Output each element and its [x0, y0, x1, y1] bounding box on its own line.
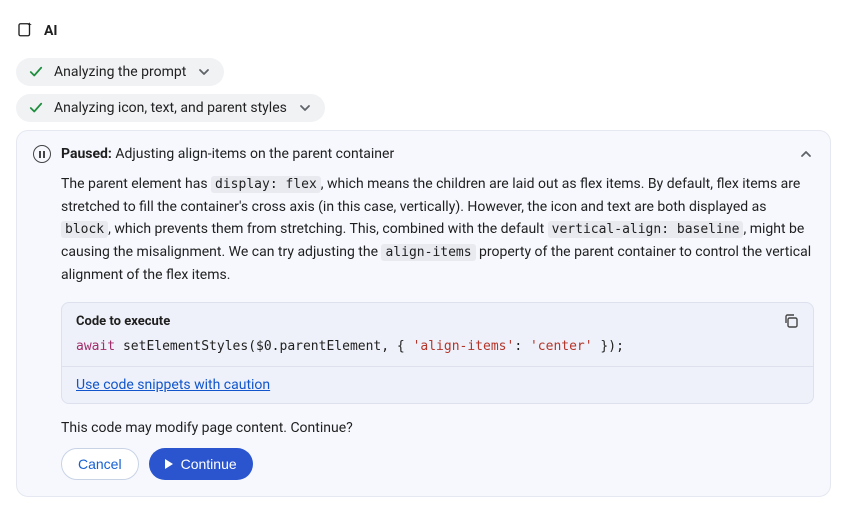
chevron-down-icon: [196, 64, 212, 80]
inline-code: display: flex: [211, 176, 321, 193]
button-row: Cancel Continue: [61, 448, 814, 480]
code-card-header: Code to execute: [62, 303, 813, 335]
confirm-text: This code may modify page content. Conti…: [61, 420, 814, 436]
chevron-up-icon[interactable]: [798, 146, 814, 162]
code-token: :: [514, 339, 530, 354]
cancel-button[interactable]: Cancel: [61, 448, 139, 480]
paused-title: Paused: Adjusting align-items on the par…: [61, 146, 788, 162]
explanation-text-fragment: , which prevents them from stretching. T…: [108, 221, 548, 237]
check-icon: [28, 64, 44, 80]
ai-sparkle-icon: [16, 20, 34, 42]
caution-link[interactable]: Use code snippets with caution: [76, 377, 270, 393]
code-token: setElementStyles($0.parentElement, {: [115, 339, 412, 354]
explanation-text-fragment: The parent element has: [61, 176, 211, 192]
continue-button[interactable]: Continue: [149, 448, 253, 480]
copy-icon[interactable]: [783, 313, 799, 329]
inline-code: block: [61, 221, 108, 238]
pause-icon: [33, 145, 51, 163]
code-token-string: 'align-items': [413, 339, 515, 354]
step-chip-analyzing-prompt[interactable]: Analyzing the prompt: [16, 58, 224, 86]
continue-button-label: Continue: [181, 456, 237, 472]
code-token-keyword: await: [76, 339, 115, 354]
code-token-string: 'center': [530, 339, 593, 354]
code-card: Code to execute await setElementStyles($…: [61, 302, 814, 404]
panel-header-bar: AI: [16, 16, 831, 46]
code-token: });: [593, 339, 624, 354]
inline-code: align-items: [381, 244, 475, 261]
play-icon: [165, 459, 173, 469]
inline-code: vertical-align: baseline: [548, 221, 744, 238]
paused-label: Paused:: [61, 146, 112, 162]
paused-header[interactable]: Paused: Adjusting align-items on the par…: [33, 145, 814, 163]
check-icon: [28, 100, 44, 116]
code-block: await setElementStyles($0.parentElement,…: [62, 335, 813, 366]
paused-panel: Paused: Adjusting align-items on the par…: [16, 130, 831, 497]
step-label: Analyzing icon, text, and parent styles: [54, 100, 287, 116]
step-label: Analyzing the prompt: [54, 64, 186, 80]
code-card-title: Code to execute: [76, 314, 170, 329]
step-chip-analyzing-styles[interactable]: Analyzing icon, text, and parent styles: [16, 94, 325, 122]
caution-row: Use code snippets with caution: [62, 366, 813, 403]
panel-title: AI: [44, 23, 58, 39]
explanation-text: The parent element has display: flex , wh…: [61, 173, 814, 286]
paused-detail: Adjusting align-items on the parent cont…: [115, 146, 394, 162]
chevron-down-icon: [297, 100, 313, 116]
paused-body: The parent element has display: flex , wh…: [33, 173, 814, 480]
